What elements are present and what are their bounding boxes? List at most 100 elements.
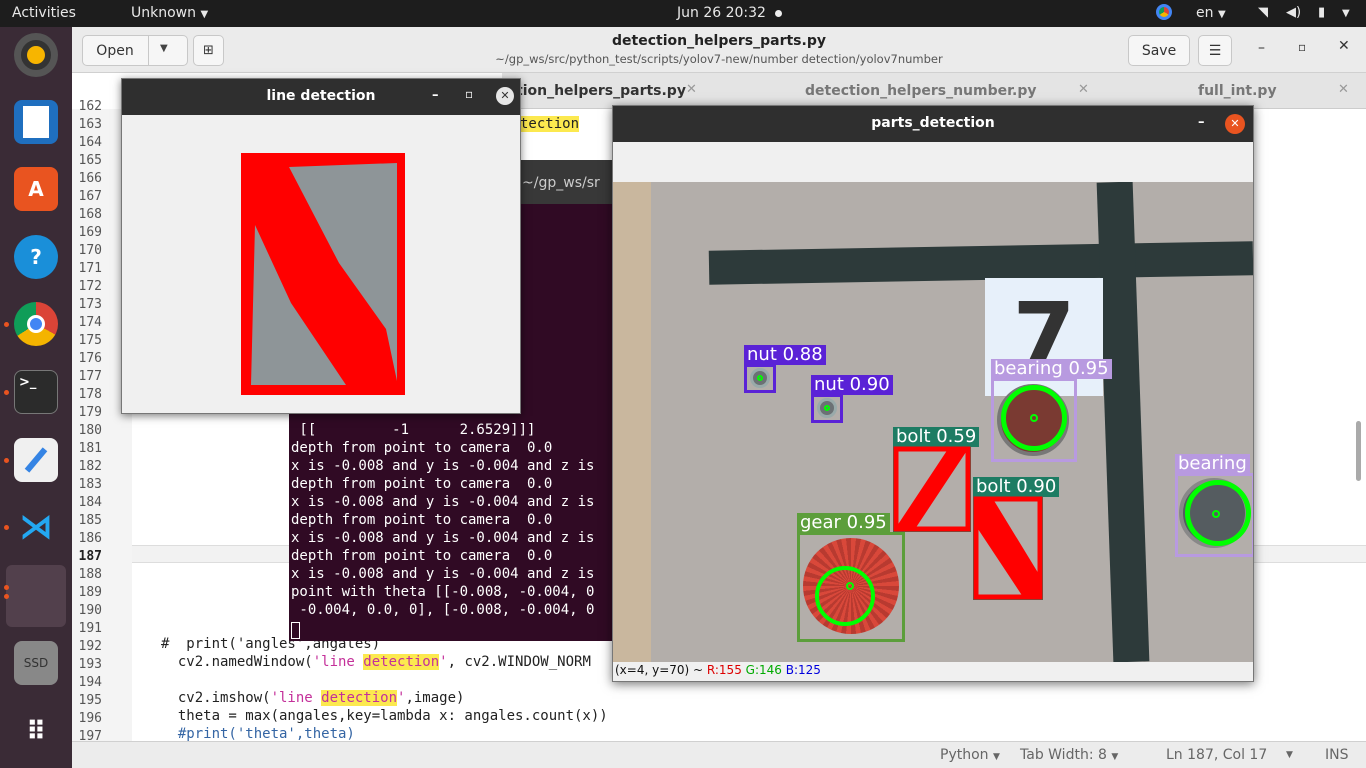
top-bar: Activities Unknown ▼ Jun 26 20:32 en ▼ ◥… [0, 0, 1366, 27]
terminal-line: depth from point to camera 0.0 [291, 476, 553, 492]
activities-button[interactable]: Activities [12, 5, 76, 21]
editor-header: Open ▼ ⊞ detection_helpers_parts.py ~/gp… [72, 27, 1366, 73]
line-detection-window: line detection – ▫ ✕ [121, 78, 521, 414]
line-number: 168 [78, 207, 102, 222]
minimize-icon[interactable]: – [1258, 40, 1265, 56]
ssd-drive-icon[interactable]: SSD [14, 641, 58, 685]
software-center-icon[interactable]: A [14, 167, 58, 211]
code-line-163[interactable]: tection [520, 116, 580, 132]
line-number: 165 [78, 153, 102, 168]
code-line-195[interactable]: cv2.imshow('line detection',image) [161, 690, 464, 706]
active-app-highlight[interactable] [6, 565, 66, 627]
line-number: 184 [78, 495, 102, 510]
code-text: cv2.imshow( [161, 690, 271, 706]
line-number: 163 [78, 117, 102, 132]
minimize-icon[interactable]: – [432, 88, 439, 103]
code-text: , cv2.WINDOW_NORM [447, 654, 591, 670]
code-string: ' [439, 654, 448, 670]
close-icon[interactable]: ✕ [1225, 114, 1245, 134]
center-marker [757, 375, 763, 381]
code-line-193[interactable]: cv2.namedWindow('line detection', cv2.WI… [161, 654, 591, 670]
hamburger-menu-icon[interactable]: ☰ [1198, 35, 1232, 66]
line-number: 164 [78, 135, 102, 150]
line-number: 174 [78, 315, 102, 330]
parts-detection-window: parts_detection – ✕ 7 nut 0.88 nut 0.90 … [612, 105, 1254, 682]
terminal-title: l: ~/gp_ws/sr [509, 175, 600, 191]
app-menu[interactable]: Unknown ▼ [131, 5, 208, 21]
system-menu-chevron-icon[interactable]: ▼ [1342, 8, 1350, 19]
battery-icon[interactable]: ▮ [1318, 5, 1325, 20]
language-label: Python [940, 747, 989, 763]
close-icon[interactable]: ✕ [1338, 38, 1350, 54]
tab-full-int[interactable]: full_int.py [934, 73, 1366, 109]
new-document-button[interactable]: ⊞ [193, 35, 224, 66]
save-button[interactable]: Save [1128, 35, 1190, 66]
line-number: 177 [78, 369, 102, 384]
language-selector[interactable]: Python ▼ [940, 747, 1000, 763]
divider [148, 36, 149, 65]
editor-scrollbar[interactable] [1356, 421, 1361, 481]
pixel-red: R:155 [706, 663, 742, 677]
language-selector[interactable]: en ▼ [1196, 5, 1226, 21]
terminal-line: [[ -1 2.6529]]] [291, 422, 536, 438]
line-number: 187 [78, 549, 102, 564]
code-string: 'line [312, 654, 364, 670]
line-number: 186 [78, 531, 102, 546]
vscode-icon[interactable]: ⋊ [14, 505, 58, 549]
notification-dot [775, 10, 782, 17]
line-number: 179 [78, 405, 102, 420]
tab-label: full_int.py [1198, 83, 1277, 99]
terminal-icon[interactable]: >_ [14, 370, 58, 414]
running-indicator [4, 585, 9, 590]
show-applications-icon[interactable]: ⠿ [14, 710, 58, 754]
dock: A ? >_ ⋊ SSD ⠿ [0, 27, 72, 768]
detection-circle [815, 566, 875, 626]
chevron-down-icon[interactable]: ▼ [1286, 750, 1293, 760]
chrome-icon[interactable] [14, 302, 58, 346]
detection-label-bolt: bolt 0.59 [893, 427, 980, 447]
line-number: 195 [78, 693, 102, 708]
cursor-position[interactable]: Ln 187, Col 17 [1166, 747, 1267, 763]
search-highlight: detection [321, 690, 398, 706]
insert-mode: INS [1325, 747, 1349, 763]
document-title: detection_helpers_parts.py [612, 33, 826, 49]
tab-close-icon[interactable]: ✕ [1338, 82, 1349, 97]
maximize-icon[interactable]: ▫ [465, 87, 473, 101]
line-number: 193 [78, 657, 102, 672]
terminal-line: depth from point to camera 0.0 [291, 548, 553, 564]
chrome-indicator-icon[interactable] [1156, 4, 1172, 20]
close-icon[interactable]: ✕ [496, 87, 514, 105]
clock[interactable]: Jun 26 20:32 [677, 5, 766, 21]
line-number: 189 [78, 585, 102, 600]
line-number: 183 [78, 477, 102, 492]
help-icon[interactable]: ? [14, 235, 58, 279]
line-number: 192 [78, 639, 102, 654]
window-titlebar[interactable]: parts_detection – ✕ [613, 106, 1253, 142]
line-number: 191 [78, 621, 102, 636]
code-string: 'line [270, 690, 322, 706]
writer-icon[interactable] [14, 100, 58, 144]
window-titlebar[interactable]: line detection – ▫ ✕ [122, 79, 520, 115]
volume-icon[interactable]: ◀) [1286, 5, 1301, 20]
terminal-line: x is -0.008 and y is -0.004 and z is [291, 494, 595, 510]
rhythmbox-icon[interactable] [14, 33, 58, 77]
open-menu-chevron-icon[interactable]: ▼ [160, 43, 168, 54]
tab-detection-helpers-number[interactable]: detection_helpers_number.py [502, 73, 1037, 109]
open-label: Open [96, 42, 134, 59]
terminal-line: point with theta [[-0.008, -0.004, 0 [291, 584, 595, 600]
code-line-197[interactable]: #print('theta',theta) [161, 726, 355, 742]
code-text: ,image) [405, 690, 465, 706]
code-line-196[interactable]: theta = max(angales,key=lambda x: angale… [161, 708, 608, 724]
line-number: 190 [78, 603, 102, 618]
search-highlight: detection [363, 654, 440, 670]
line-number: 173 [78, 297, 102, 312]
text-editor-icon[interactable] [14, 438, 58, 482]
running-indicator [4, 322, 9, 327]
document-path: ~/gp_ws/src/python_test/scripts/yolov7-n… [495, 52, 943, 66]
open-button[interactable]: Open [82, 35, 188, 66]
maximize-icon[interactable]: ▫ [1298, 40, 1306, 54]
minimize-icon[interactable]: – [1198, 115, 1205, 130]
camera-image[interactable]: 7 nut 0.88 nut 0.90 bearing 0.95 bearing… [613, 182, 1253, 662]
tab-width-selector[interactable]: Tab Width: 8 ▼ [1020, 747, 1118, 763]
wifi-icon[interactable]: ◥ [1258, 5, 1268, 20]
